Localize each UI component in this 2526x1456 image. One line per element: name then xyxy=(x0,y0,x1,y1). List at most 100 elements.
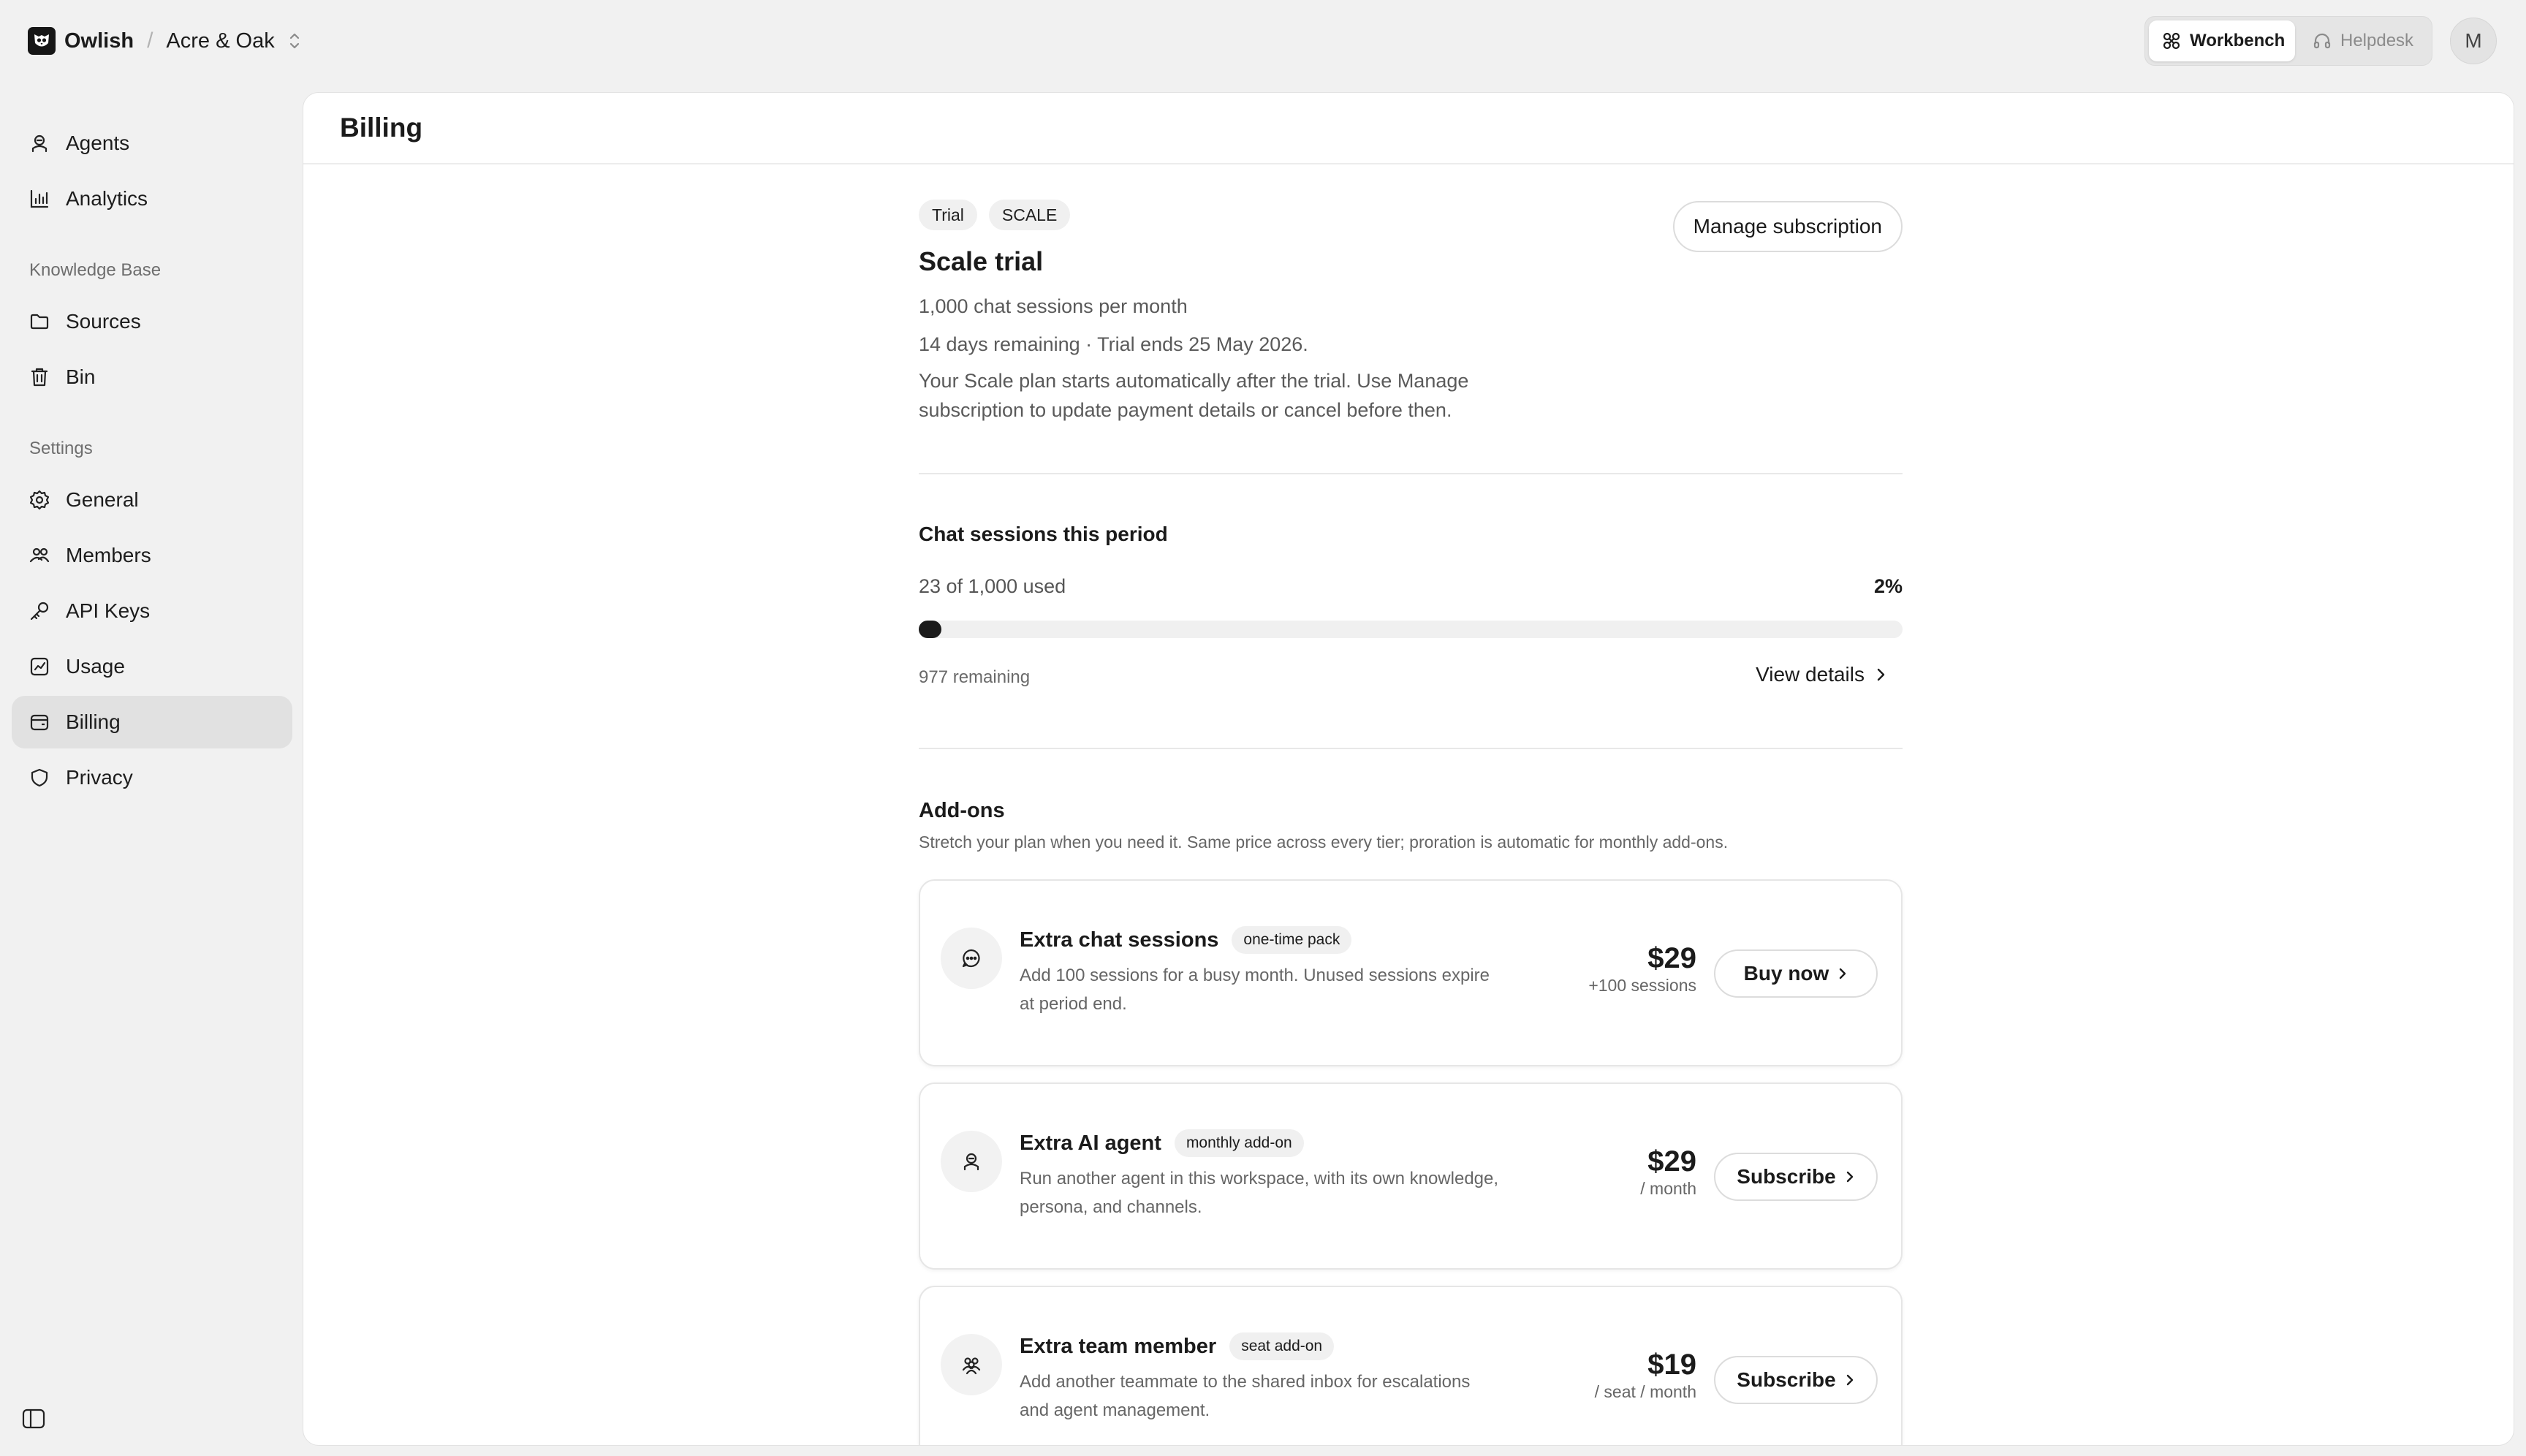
sidebar-item-api-keys[interactable]: API Keys xyxy=(12,585,292,637)
chevron-up-down-icon[interactable] xyxy=(288,31,301,50)
bar-chart-icon xyxy=(29,189,66,209)
sidebar-item-members[interactable]: Members xyxy=(12,529,292,582)
helpdesk-label: Helpdesk xyxy=(2340,31,2414,50)
sidebar-item-sources[interactable]: Sources xyxy=(12,295,292,348)
owl-logo-icon[interactable] xyxy=(28,27,56,55)
addon-price: $29 / month xyxy=(1640,1145,1696,1199)
addons-subtitle: Stretch your plan when you need it. Same… xyxy=(919,833,1729,852)
wallet-icon xyxy=(29,712,66,732)
plan-title: Scale trial xyxy=(919,246,1044,276)
sidebar-toggle-icon[interactable] xyxy=(22,1408,45,1430)
usage-title: Chat sessions this period xyxy=(919,523,1168,545)
addon-price: $29 +100 sessions xyxy=(1588,942,1696,996)
addon-description: Run another agent in this workspace, wit… xyxy=(1020,1169,1499,1217)
members-icon xyxy=(29,545,66,566)
trial-badge: Trial xyxy=(919,200,977,230)
brand-name[interactable]: Owlish xyxy=(64,29,134,53)
sidebar-item-label: Sources xyxy=(66,310,141,333)
addon-title: Extra team member xyxy=(1020,1334,1217,1358)
button-label: Buy now xyxy=(1743,962,1829,985)
sidebar-item-label: Agents xyxy=(66,132,130,154)
sidebar-item-label: Members xyxy=(66,544,151,566)
workbench-icon xyxy=(2162,31,2190,50)
addon-description: Add another teammate to the shared inbox… xyxy=(1020,1372,1471,1420)
workspace-name[interactable]: Acre & Oak xyxy=(166,29,274,53)
divider xyxy=(919,473,1903,474)
team-icon xyxy=(941,1334,1002,1395)
bin-icon xyxy=(29,367,66,387)
workbench-mode-button[interactable]: Workbench xyxy=(2149,20,2295,61)
addon-description: Add 100 sessions for a busy month. Unuse… xyxy=(1020,966,1490,1014)
sidebar-item-privacy[interactable]: Privacy xyxy=(12,751,292,804)
price-unit: / seat / month xyxy=(1594,1382,1696,1401)
workbench-label: Workbench xyxy=(2190,31,2286,50)
sidebar-item-label: Privacy xyxy=(66,766,133,789)
sidebar-item-billing[interactable]: Billing xyxy=(12,696,292,748)
manage-subscription-button[interactable]: Manage subscription xyxy=(1672,201,1903,252)
addon-tag: monthly add-on xyxy=(1174,1129,1304,1157)
price-amount: $19 xyxy=(1647,1349,1696,1381)
subscribe-agent-button[interactable]: Subscribe xyxy=(1714,1153,1878,1201)
price-amount: $29 xyxy=(1647,1145,1696,1178)
trial-remaining: 14 days remaining · Trial ends 25 May 20… xyxy=(919,333,1308,355)
addon-card-extra-chat-sessions: Extra chat sessions one-time pack Add 10… xyxy=(919,879,1903,1066)
addon-title: Extra AI agent xyxy=(1020,1131,1161,1155)
usage-progress-bar xyxy=(919,621,1903,638)
buy-now-button[interactable]: Buy now xyxy=(1714,949,1878,998)
usage-percent: 2% xyxy=(1873,575,1903,597)
sidebar-item-bin[interactable]: Bin xyxy=(12,351,292,403)
chevron-right-icon xyxy=(1836,1169,1855,1184)
view-details-link[interactable]: View details xyxy=(1756,663,1886,686)
breadcrumb-separator: / xyxy=(147,29,153,53)
usage-used: 23 of 1,000 used xyxy=(919,575,1066,597)
button-label: Subscribe xyxy=(1737,1368,1836,1391)
sidebar-item-general[interactable]: General xyxy=(12,474,292,526)
plan-badges: Trial SCALE xyxy=(919,200,1082,230)
price-amount: $29 xyxy=(1647,942,1696,974)
addon-tag: seat add-on xyxy=(1229,1332,1335,1360)
sidebar-item-label: Billing xyxy=(66,710,121,733)
sidebar-item-usage[interactable]: Usage xyxy=(12,640,292,693)
shield-icon xyxy=(29,767,66,788)
chevron-right-icon xyxy=(1829,966,1848,981)
addon-card-extra-ai-agent: Extra AI agent monthly add-on Run anothe… xyxy=(919,1082,1903,1270)
addons-title: Add-ons xyxy=(919,799,1005,822)
page-title: Billing xyxy=(340,113,423,143)
chat-bubble-icon xyxy=(941,928,1002,989)
price-unit: +100 sessions xyxy=(1588,976,1696,995)
sidebar-item-label: API Keys xyxy=(66,599,151,622)
knowledge-base-heading: Knowledge Base xyxy=(29,260,162,280)
usage-chart-icon xyxy=(29,656,66,677)
plan-note: Your Scale plan starts automatically aft… xyxy=(919,370,1469,421)
sidebar-item-label: Bin xyxy=(66,365,96,388)
headset-icon xyxy=(2313,31,2340,50)
usage-remaining: 977 remaining xyxy=(919,667,1031,687)
button-label: Subscribe xyxy=(1737,1165,1836,1188)
key-icon xyxy=(29,601,66,621)
addon-tag: one-time pack xyxy=(1232,926,1352,954)
sidebar-item-label: Analytics xyxy=(66,187,148,210)
chevron-right-icon xyxy=(1865,667,1886,683)
sidebar-item-label: Usage xyxy=(66,655,125,678)
settings-heading: Settings xyxy=(29,439,93,458)
view-details-label: View details xyxy=(1756,663,1865,686)
sidebar-item-label: General xyxy=(66,488,139,511)
addon-title: Extra chat sessions xyxy=(1020,928,1219,952)
subscribe-member-button[interactable]: Subscribe xyxy=(1714,1356,1878,1404)
addon-name: Extra team member seat add-on xyxy=(1020,1332,1335,1360)
sidebar-item-analytics[interactable]: Analytics xyxy=(12,172,292,225)
agent-icon xyxy=(941,1131,1002,1192)
top-bar: Owlish / Acre & Oak Workbench Helpdesk M xyxy=(0,0,2526,82)
helpdesk-mode-button[interactable]: Helpdesk xyxy=(2302,20,2428,61)
addon-name: Extra AI agent monthly add-on xyxy=(1020,1129,1304,1157)
user-avatar[interactable]: M xyxy=(2450,18,2497,64)
sidebar-item-agents[interactable]: Agents xyxy=(12,117,292,170)
plan-sessions: 1,000 chat sessions per month xyxy=(919,295,1188,317)
usage-progress-fill xyxy=(919,621,941,638)
panel-header: Billing xyxy=(303,93,2514,164)
divider xyxy=(919,748,1903,749)
sidebar: Agents Analytics Knowledge Base Sources … xyxy=(0,82,300,1456)
mode-toggle: Workbench Helpdesk xyxy=(2144,16,2432,66)
addon-card-extra-team-member: Extra team member seat add-on Add anothe… xyxy=(919,1286,1903,1445)
tier-badge: SCALE xyxy=(988,200,1071,230)
